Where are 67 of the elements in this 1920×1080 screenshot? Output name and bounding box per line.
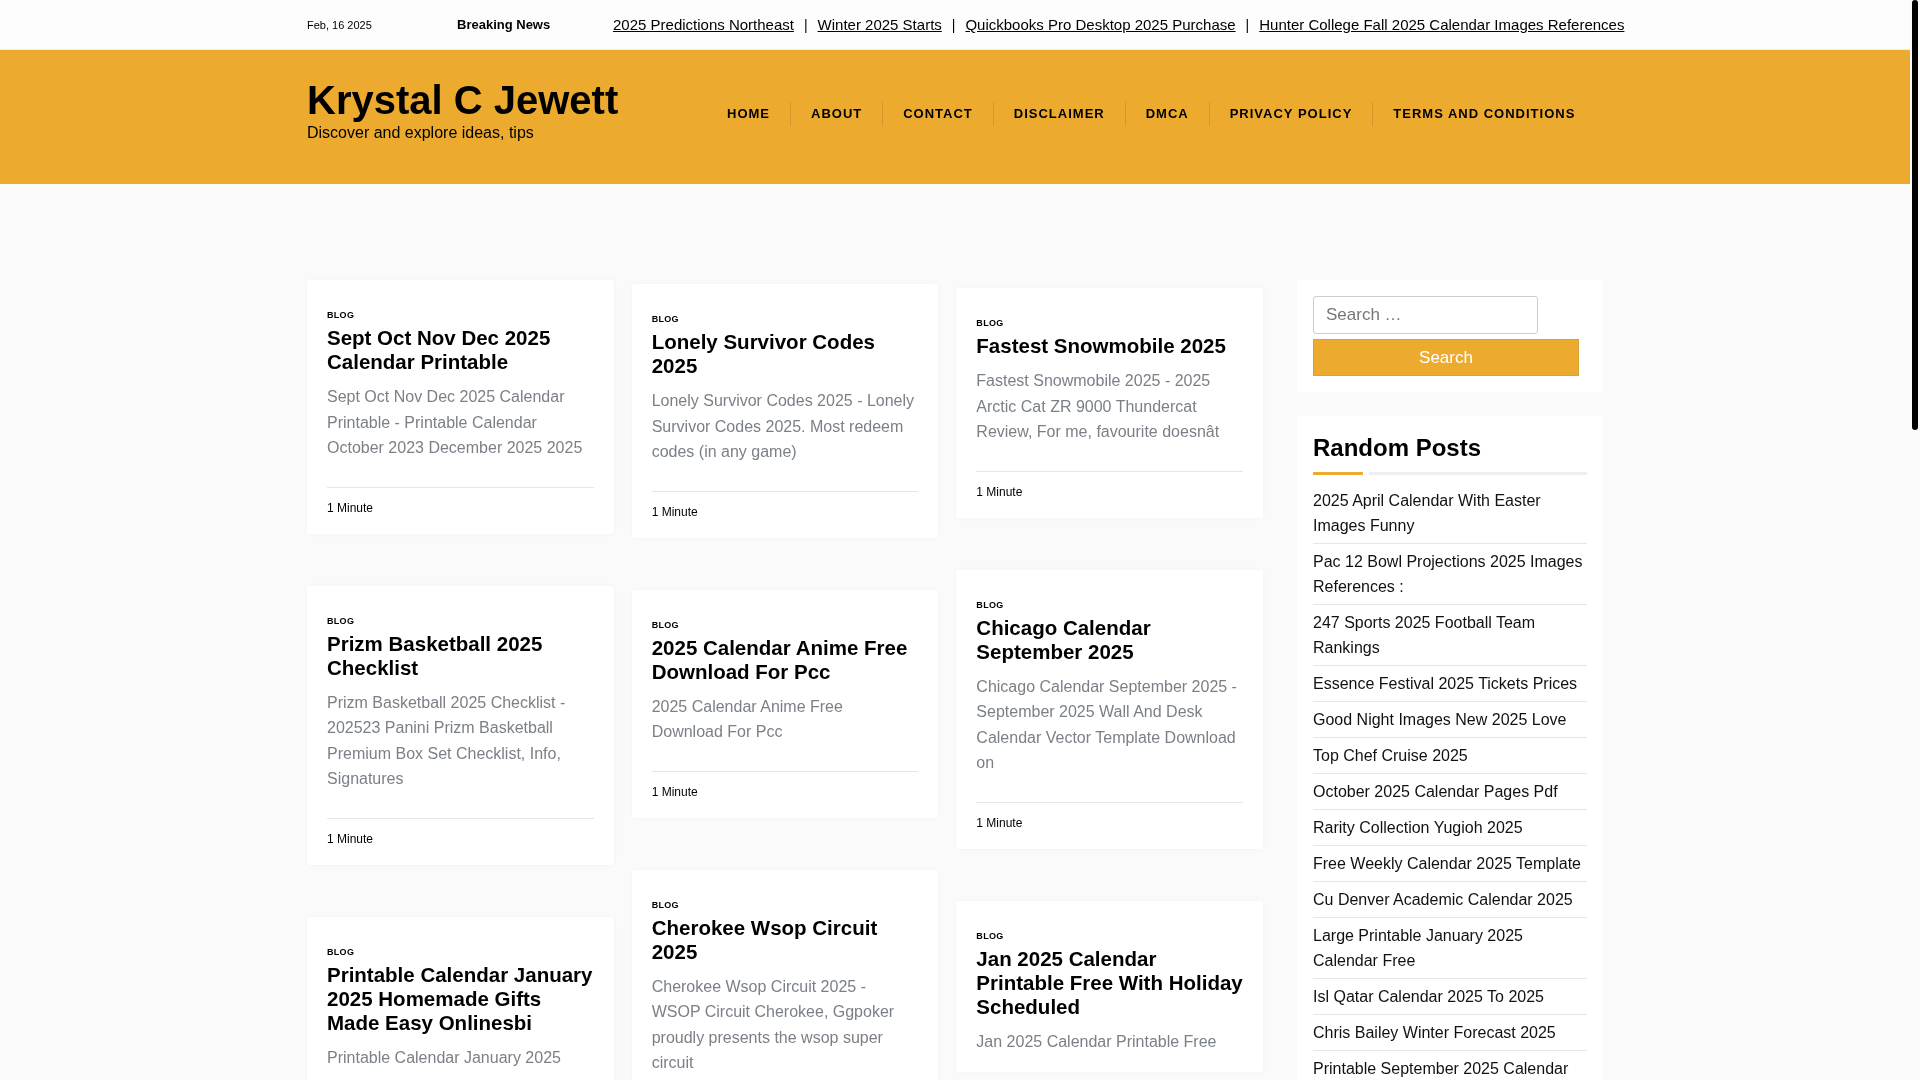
ticker-separator: | [951,16,956,33]
nav-link[interactable]: TERMS AND CONDITIONS [1372,102,1596,126]
ticker-link[interactable]: Winter 2025 Starts [817,16,942,33]
ticker-link[interactable]: Hunter College Fall 2025 Calendar Images References [1259,16,1625,33]
nav-link[interactable]: PRIVACY POLICY [1208,102,1373,126]
random-post-link[interactable]: Rarity Collection Yugioh 2025 [1313,810,1587,846]
random-post-link[interactable]: Cu Denver Academic Calendar 2025 [1313,882,1587,918]
date: Feb, 16 2025 [307,18,373,31]
random-post-link[interactable]: Good Night Images New 2025 Love [1313,702,1587,738]
ticker-link[interactable]: Quickbooks Pro Desktop 2025 Purchase [965,16,1236,33]
post-title[interactable]: Prizm Basketball 2025 Checklist [327,631,594,680]
post-title[interactable]: Cherokee Wsop Circuit 2025 [651,915,919,964]
widget-heading: Random Posts [1313,433,1483,463]
category-link[interactable]: BLOG [327,615,594,626]
random-post-link[interactable]: Chris Bailey Winter Forecast 2025 [1313,1015,1587,1051]
breaking-news-label: Breaking News [457,17,552,32]
nav-link[interactable]: HOME [707,102,790,126]
post-title[interactable]: Fastest Snowmobile 2025 [976,334,1243,358]
random-post-link[interactable]: Top Chef Cruise 2025 [1313,738,1587,774]
category-link[interactable]: BLOG [651,619,919,630]
read-time: 1 Minute [651,784,698,799]
post-excerpt: Chicago Calendar September 2025 - September 2025 Wall And Desk Calendar Vector Template Download on [976,676,1238,773]
post-excerpt: Sept Oct Nov Dec 2025 Calendar Printable - Printable Calendar October 2023 December 2025 2025 [327,387,584,458]
post-title[interactable]: Jan 2025 Calendar Printable Free With Holiday Scheduled [976,946,1243,1019]
post-excerpt: Jan 2025 Calendar Printable Free [976,1031,1218,1052]
ticker-link[interactable]: 2025 Predictions Northeast [613,16,794,33]
nav-link[interactable]: ABOUT [790,102,883,126]
random-post-link[interactable]: October 2025 Calendar Pages Pdf [1313,774,1587,810]
random-post-link[interactable]: 2025 April Calendar With Easter Images Funny [1313,483,1587,544]
post-excerpt: Lonely Survivor Codes 2025 - Lonely Survivor Codes 2025. Most redeem codes (in any game) [651,391,916,462]
category-link[interactable]: BLOG [976,318,1243,328]
read-time: 1 Minute [976,815,1023,830]
random-post-link[interactable]: Pac 12 Bowl Projections 2025 Images References : [1313,544,1587,605]
ticker-separator: | [803,16,808,33]
read-time: 1 Minute [327,500,374,515]
category-link[interactable]: BLOG [651,314,919,324]
read-time: 1 Minute [327,831,374,846]
search-field[interactable]: Search … [1313,296,1538,334]
post-excerpt: Prizm Basketball 2025 Checklist - 202523 Panini Prizm Basketball Premium Box Set Checklist, Info, Signatures [327,692,567,789]
post-excerpt: Cherokee Wsop Circuit 2025 - WSOP Circuit Cherokee, Ggpoker proudly presents the wsop super circuit [651,976,896,1073]
post-excerpt: Printable Calendar January 2025 [327,1047,562,1068]
post-title[interactable]: 2025 Calendar Anime Free Download For Pcc [651,635,919,684]
site-tagline: Discover and explore ideas, tips [307,124,535,142]
post-title[interactable]: Printable Calendar January 2025 Homemade Gifts Made Easy Onlinesbi [327,962,594,1035]
ticker-separator: | [1245,16,1250,33]
post-title[interactable]: Lonely Survivor Codes 2025 [651,330,919,378]
read-time: 1 Minute [976,484,1023,499]
random-post-link[interactable]: 247 Sports 2025 Football Team Rankings [1313,605,1587,666]
nav-link[interactable]: DMCA [1124,102,1209,126]
post-excerpt: 2025 Calendar Anime Free Download For Pcc [651,696,844,742]
post-title[interactable]: Sept Oct Nov Dec 2025 Calendar Printable [327,326,594,374]
post-title[interactable]: Chicago Calendar September 2025 [976,615,1243,664]
random-post-link[interactable]: Free Weekly Calendar 2025 Template [1313,846,1587,882]
nav-link[interactable]: DISCLAIMER [992,102,1125,126]
category-link[interactable]: BLOG [976,930,1243,941]
random-post-link[interactable]: Isl Qatar Calendar 2025 To 2025 [1313,979,1587,1015]
category-link[interactable]: BLOG [651,899,919,910]
category-link[interactable]: BLOG [976,599,1243,610]
read-time: 1 Minute [651,504,698,519]
post-excerpt: Fastest Snowmobile 2025 - 2025 Arctic Cat ZR 9000 Thundercat Review, For me, favourite doesnât [976,371,1221,442]
random-post-link[interactable]: Large Printable January 2025 Calendar Free [1313,918,1587,979]
nav-link[interactable]: CONTACT [882,102,993,126]
random-post-link[interactable]: Essence Festival 2025 Tickets Prices [1313,666,1587,702]
random-post-link[interactable]: Printable September 2025 Calendar [1313,1051,1587,1080]
category-link[interactable]: BLOG [327,946,594,957]
category-link[interactable]: BLOG [327,310,594,320]
site-title[interactable]: Krystal C Jewett [307,78,707,122]
